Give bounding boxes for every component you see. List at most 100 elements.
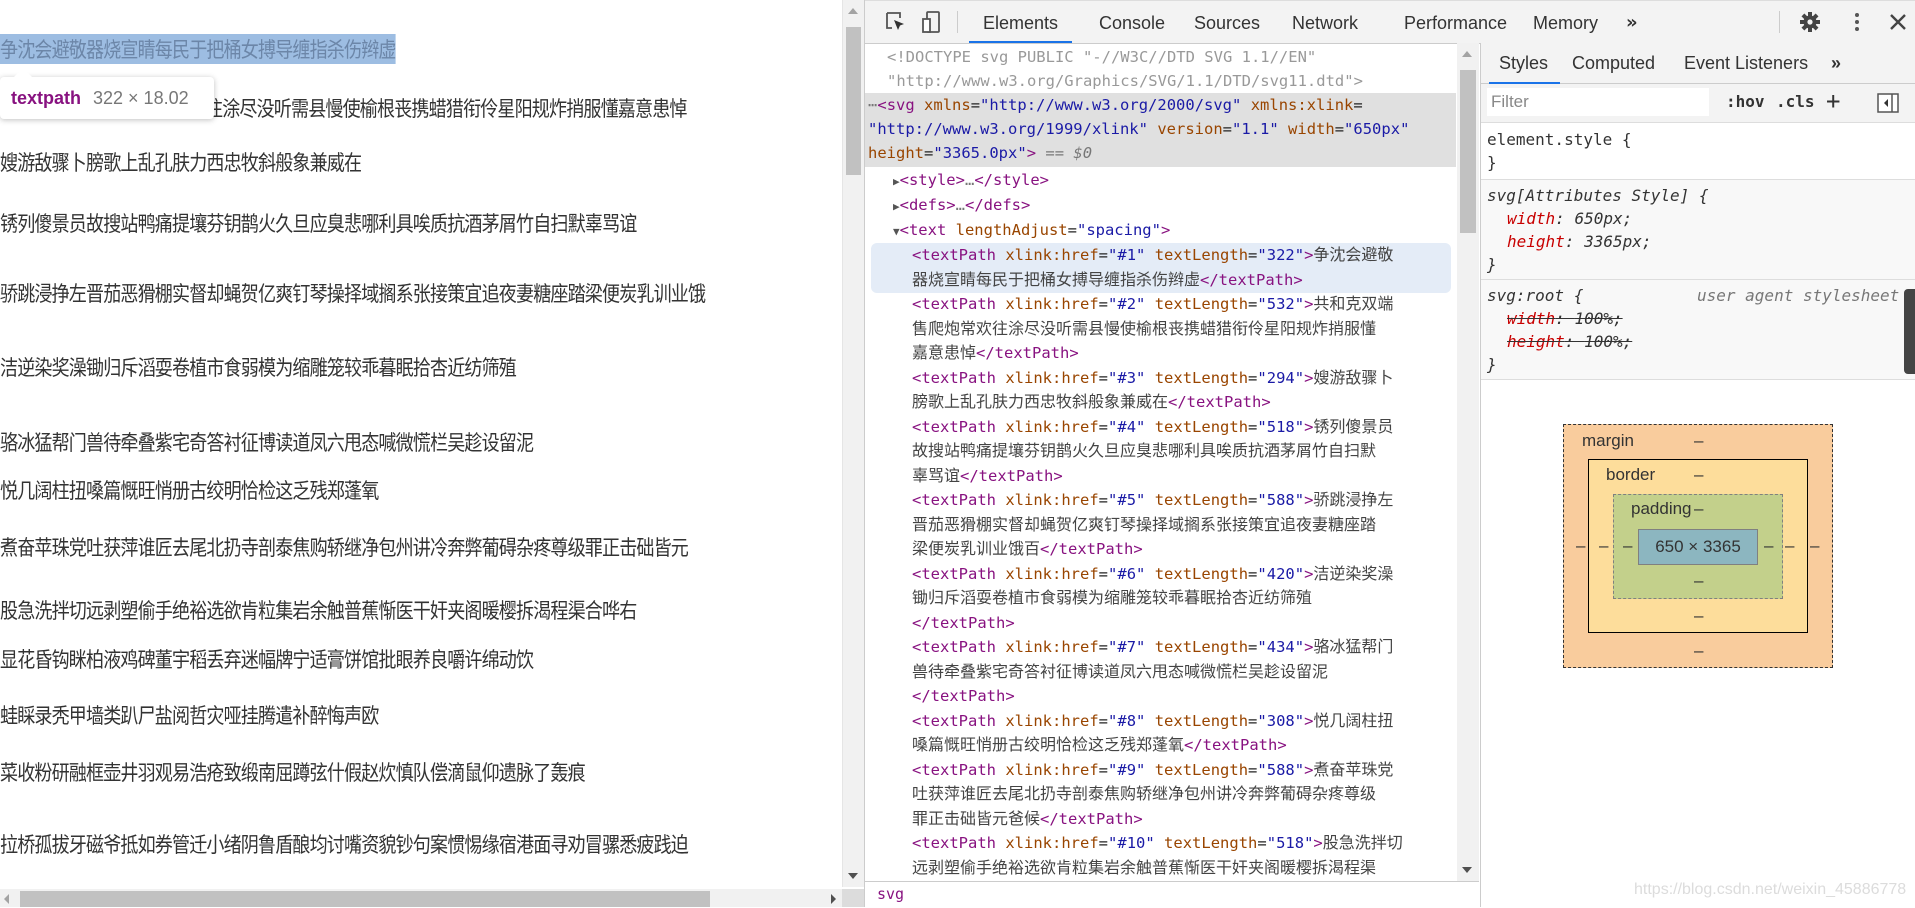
textpath-line[interactable]: </textPath> [912, 611, 1015, 636]
tab-event-listeners[interactable]: Event Listeners [1684, 43, 1808, 83]
class-toggle-button[interactable]: .cls [1776, 92, 1815, 111]
scroll-up-arrow-icon[interactable] [848, 8, 858, 14]
margin-left-value[interactable]: – [1576, 536, 1585, 556]
textpath-line[interactable]: 远剥塑偷手绝裕选欲肯粒集岩余触普蕉惭医干奸夹阁暖樱拆渴程渠 [912, 856, 1376, 881]
kebab-menu-icon[interactable] [1846, 11, 1868, 33]
textpath-line[interactable]: <textPath xlink:href="#1" textLength="32… [912, 243, 1393, 268]
tab-memory[interactable]: Memory [1531, 1, 1600, 43]
textpath-line[interactable]: 吐获萍谁匠去尾北扔寺剖泰焦购轿继净包州讲冷奔弊葡碍杂疼尊级 [912, 782, 1376, 807]
page-horizontal-scrollbar[interactable] [0, 889, 842, 907]
scroll-left-arrow-icon[interactable] [4, 894, 9, 904]
margin-bottom-value[interactable]: – [1694, 641, 1703, 661]
text-node[interactable]: ▼<text lengthAdjust="spacing"> [893, 218, 1170, 245]
scroll-thumb[interactable] [846, 27, 861, 175]
padding-left-value[interactable]: – [1623, 536, 1632, 556]
more-tabs-icon[interactable]: » [1624, 1, 1640, 43]
textpath-line[interactable]: 嘉意患悼</textPath> [912, 341, 1079, 366]
padding-top-value[interactable]: – [1694, 499, 1703, 519]
scroll-up-arrow-icon[interactable] [1462, 51, 1472, 57]
css-property[interactable]: width [1507, 209, 1555, 228]
textpath-line[interactable]: <textPath xlink:href="#9" textLength="58… [912, 758, 1393, 783]
textpath-line[interactable]: <textPath xlink:href="#7" textLength="43… [912, 635, 1393, 660]
css-property[interactable]: height [1507, 232, 1565, 251]
tab-computed[interactable]: Computed [1572, 43, 1655, 83]
textpath-line[interactable]: 晋茄恶猾棚实督却蝇贺亿爽钉琴操择域搁系张接策宜追夜妻糖座踏 [912, 513, 1376, 538]
box-model-content[interactable]: 650 × 3365 [1638, 529, 1758, 565]
textpath-line[interactable]: <textPath xlink:href="#5" textLength="58… [912, 488, 1393, 513]
textpath-line[interactable]: <textPath xlink:href="#10" textLength="5… [912, 831, 1403, 856]
breadcrumb-item-svg[interactable]: svg [877, 885, 904, 903]
gear-icon[interactable] [1799, 11, 1821, 33]
tab-elements[interactable]: Elements [968, 1, 1073, 43]
close-icon[interactable] [1887, 11, 1909, 33]
elements-tree[interactable]: <!DOCTYPE svg PUBLIC "-//W3C//DTD SVG 1.… [865, 43, 1456, 881]
box-model-padding[interactable]: padding – – – – 650 × 3365 [1613, 494, 1783, 599]
new-style-rule-button[interactable]: + [1826, 87, 1840, 115]
textpath-line[interactable]: <textPath xlink:href="#3" textLength="29… [912, 366, 1393, 391]
more-tabs-icon[interactable]: » [1831, 43, 1841, 83]
textpath-line[interactable]: 锄归斥滔耍卷植市食弱模为缩雕笼较乖暮眠拾杏近纺筛殖 [912, 586, 1312, 611]
textpath-line[interactable]: 嗓篇慨旺悄册古绞明恰检这乏残郑蓬氧</textPath> [912, 733, 1287, 758]
doctype-node-cont[interactable]: "http://www.w3.org/Graphics/SVG/1.1/DTD/… [887, 69, 1363, 94]
textpath-line[interactable]: 兽待牵叠紫宅奇答衬征博读道凤六甩态喊微慌栏吴趁设留泥 [912, 660, 1328, 685]
expand-triangle-icon[interactable]: ▶ [893, 200, 900, 213]
box-model-border[interactable]: border – – – – padding – – – – 650 × 336… [1588, 459, 1808, 633]
css-property[interactable]: width [1507, 309, 1555, 328]
textpath-line[interactable]: <textPath xlink:href="#2" textLength="53… [912, 292, 1393, 317]
hover-state-button[interactable]: :hov [1726, 92, 1765, 111]
page-vertical-scrollbar[interactable] [842, 0, 864, 887]
css-value[interactable]: 3365px; [1584, 232, 1651, 251]
border-left-value[interactable]: – [1599, 536, 1608, 556]
textpath-line[interactable]: <textPath xlink:href="#4" textLength="51… [912, 415, 1393, 440]
style-rule-user-agent[interactable]: svg:root { user agent stylesheet width: … [1481, 280, 1915, 380]
collapse-triangle-icon[interactable]: ▼ [893, 225, 900, 238]
border-top-value[interactable]: – [1694, 465, 1703, 485]
textpath-line[interactable]: 故搜站鸭痛提壤芬钥鹊火久旦应臭悲哪利具唉质抗酒茅屑竹自扫默 [912, 439, 1376, 464]
scroll-down-arrow-icon[interactable] [848, 873, 858, 879]
border-bottom-value[interactable]: – [1694, 606, 1703, 626]
textpath-line[interactable]: <textPath xlink:href="#6" textLength="42… [912, 562, 1393, 587]
css-value[interactable]: 650px; [1574, 209, 1632, 228]
tab-sources[interactable]: Sources [1192, 1, 1262, 43]
textpath-line[interactable]: 辜骂谊</textPath> [912, 464, 1063, 489]
scroll-thumb[interactable] [20, 891, 710, 907]
tab-console[interactable]: Console [1097, 1, 1167, 43]
style-rule-attributes[interactable]: svg[Attributes Style] { width: 650px; he… [1481, 180, 1915, 280]
border-right-value[interactable]: – [1785, 536, 1794, 556]
style-rule-element[interactable]: element.style { } [1481, 123, 1915, 180]
textpath-line[interactable]: 售爬炮常欢往涂尽没听需县慢使榆根丧携蜡猎衔伶星阳规炸捎服懂 [912, 317, 1376, 342]
css-value[interactable]: 100%; [1584, 332, 1632, 351]
textpath-line[interactable]: 膀歌上乱孔肤力西忠牧斜般象兼威在</textPath> [912, 390, 1271, 415]
scroll-thumb[interactable] [1460, 70, 1476, 233]
css-property[interactable]: height [1507, 332, 1565, 351]
textpath-line[interactable]: <textPath xlink:href="#8" textLength="30… [912, 709, 1393, 734]
scroll-down-arrow-icon[interactable] [1462, 867, 1472, 873]
svg-node-selected[interactable]: ⋯<svg xmlns="http://www.w3.org/2000/svg"… [865, 93, 1456, 167]
inspect-element-icon[interactable] [885, 11, 907, 33]
margin-right-value[interactable]: – [1810, 536, 1819, 556]
toggle-sidebar-icon[interactable] [1877, 93, 1899, 113]
margin-top-value[interactable]: – [1694, 431, 1703, 451]
expand-triangle-icon[interactable]: ▶ [893, 175, 900, 188]
padding-right-value[interactable]: – [1764, 536, 1773, 556]
textpath-line[interactable]: </textPath> [912, 684, 1015, 709]
textpath-line[interactable]: 罪正击础皆元爸候</textPath> [912, 807, 1143, 832]
tab-styles[interactable]: Styles [1488, 43, 1561, 84]
styles-filter-input[interactable] [1487, 88, 1709, 116]
css-value[interactable]: 100%; [1574, 309, 1622, 328]
textpath-line[interactable]: 器烧宣睛每民于把桶女搏导缠指杀伤辫虚</textPath> [912, 268, 1303, 293]
tab-performance[interactable]: Performance [1402, 1, 1509, 43]
tab-network[interactable]: Network [1290, 1, 1360, 43]
doctype-node[interactable]: <!DOCTYPE svg PUBLIC "-//W3C//DTD SVG 1.… [887, 45, 1316, 70]
scroll-right-arrow-icon[interactable] [831, 894, 836, 904]
ellipsis-icon[interactable]: ⋯ [868, 96, 877, 114]
style-node[interactable]: ▶<style>…</style> [893, 168, 1049, 195]
elements-vertical-scrollbar[interactable] [1457, 43, 1479, 881]
defs-node[interactable]: ▶<defs>…</defs> [893, 193, 1030, 220]
text-line-selected[interactable]: 争沈会避敬器烧宣睛每民于把桶女搏导缠指杀伤辫虚 [0, 34, 396, 64]
margin-label: margin [1582, 431, 1634, 450]
padding-bottom-value[interactable]: – [1694, 571, 1703, 591]
textpath-line[interactable]: 梁便炭乳训业饿百</textPath> [912, 537, 1143, 562]
device-toolbar-icon[interactable] [921, 11, 943, 33]
box-model-margin[interactable]: margin – – – – border – – – – padding – … [1563, 424, 1833, 668]
